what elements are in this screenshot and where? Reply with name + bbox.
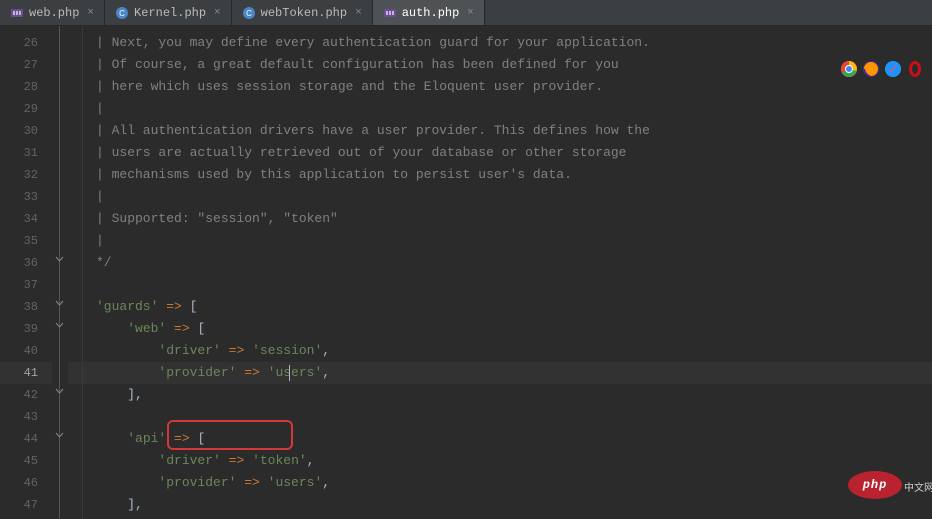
line-number: 43 bbox=[0, 406, 52, 428]
fold-marker-icon[interactable] bbox=[54, 318, 65, 340]
tab-label: webToken.php bbox=[261, 6, 347, 20]
code-line[interactable]: | Next, you may define every authenticat… bbox=[68, 32, 932, 54]
text-cursor bbox=[289, 365, 290, 381]
line-number: 29 bbox=[0, 98, 52, 120]
line-number-gutter: 2627282930313233343536373839404142434445… bbox=[0, 26, 52, 519]
code-line[interactable]: 'api' => [ bbox=[68, 428, 932, 450]
php-file-icon bbox=[383, 6, 397, 20]
tab-label: Kernel.php bbox=[134, 6, 206, 20]
line-number: 35 bbox=[0, 230, 52, 252]
code-line[interactable]: | bbox=[68, 230, 932, 252]
fold-gutter bbox=[52, 26, 68, 519]
chrome-icon[interactable] bbox=[840, 60, 858, 78]
safari-icon[interactable] bbox=[884, 60, 902, 78]
tab-Kernel-php[interactable]: C Kernel.php × bbox=[105, 0, 232, 25]
line-number: 47 bbox=[0, 494, 52, 516]
code-line[interactable]: | bbox=[68, 98, 932, 120]
code-line[interactable]: 'driver' => 'session', bbox=[68, 340, 932, 362]
editor-body: 2627282930313233343536373839404142434445… bbox=[0, 26, 932, 519]
code-line[interactable]: | mechanisms used by this application to… bbox=[68, 164, 932, 186]
line-number: 46 bbox=[0, 472, 52, 494]
firefox-icon[interactable] bbox=[862, 60, 880, 78]
line-number: 32 bbox=[0, 164, 52, 186]
tab-label: auth.php bbox=[402, 6, 460, 20]
close-icon[interactable]: × bbox=[87, 7, 94, 19]
line-number: 40 bbox=[0, 340, 52, 362]
code-line[interactable]: */ bbox=[68, 252, 932, 274]
svg-text:C: C bbox=[246, 9, 252, 18]
code-line[interactable]: 'driver' => 'token', bbox=[68, 450, 932, 472]
code-line[interactable]: | Supported: "session", "token" bbox=[68, 208, 932, 230]
php-file-icon bbox=[10, 6, 24, 20]
editor-tabs: web.php×CKernel.php×CwebToken.php×auth.p… bbox=[0, 0, 932, 26]
line-number: 39 bbox=[0, 318, 52, 340]
fold-marker-icon[interactable] bbox=[54, 252, 65, 274]
line-number: 38 bbox=[0, 296, 52, 318]
code-line[interactable]: 'provider' => 'users', bbox=[68, 362, 932, 384]
line-number: 31 bbox=[0, 142, 52, 164]
line-number: 44 bbox=[0, 428, 52, 450]
code-line[interactable]: 'provider' => 'users', bbox=[68, 472, 932, 494]
line-number: 37 bbox=[0, 274, 52, 296]
code-line[interactable]: | All authentication drivers have a user… bbox=[68, 120, 932, 142]
line-number: 26 bbox=[0, 32, 52, 54]
code-line[interactable]: | Of course, a great default configurati… bbox=[68, 54, 932, 76]
close-icon[interactable]: × bbox=[214, 7, 221, 19]
code-line[interactable] bbox=[68, 406, 932, 428]
fold-marker-icon[interactable] bbox=[54, 428, 65, 450]
badge-text: 中文网 bbox=[904, 479, 932, 495]
tab-auth-php[interactable]: auth.php × bbox=[373, 0, 485, 25]
line-number: 28 bbox=[0, 76, 52, 98]
line-number: 42 bbox=[0, 384, 52, 406]
line-number: 33 bbox=[0, 186, 52, 208]
watermark-badge: php 中文网 bbox=[848, 471, 902, 499]
class-file-icon: C bbox=[242, 6, 256, 20]
line-number: 34 bbox=[0, 208, 52, 230]
code-line[interactable]: 'guards' => [ bbox=[68, 296, 932, 318]
code-line[interactable]: | here which uses session storage and th… bbox=[68, 76, 932, 98]
line-number: 27 bbox=[0, 54, 52, 76]
tab-label: web.php bbox=[29, 6, 79, 20]
line-number: 36 bbox=[0, 252, 52, 274]
tab-web-php[interactable]: web.php × bbox=[0, 0, 105, 25]
code-line[interactable]: 'web' => [ bbox=[68, 318, 932, 340]
php-logo: php bbox=[848, 471, 902, 499]
close-icon[interactable]: × bbox=[355, 7, 362, 19]
code-line[interactable] bbox=[68, 274, 932, 296]
code-line[interactable]: ], bbox=[68, 494, 932, 516]
fold-marker-icon[interactable] bbox=[54, 296, 65, 318]
fold-marker-icon[interactable] bbox=[54, 384, 65, 406]
code-line[interactable]: | bbox=[68, 186, 932, 208]
code-area[interactable]: | Next, you may define every authenticat… bbox=[68, 26, 932, 519]
close-icon[interactable]: × bbox=[467, 7, 474, 19]
line-number: 41 bbox=[0, 362, 52, 384]
line-number: 30 bbox=[0, 120, 52, 142]
code-line[interactable]: ], bbox=[68, 384, 932, 406]
svg-text:C: C bbox=[119, 9, 125, 18]
code-line[interactable]: | users are actually retrieved out of yo… bbox=[68, 142, 932, 164]
class-file-icon: C bbox=[115, 6, 129, 20]
tab-webToken-php[interactable]: CwebToken.php × bbox=[232, 0, 373, 25]
line-number: 45 bbox=[0, 450, 52, 472]
browser-toolbar bbox=[840, 60, 924, 78]
opera-icon[interactable] bbox=[906, 60, 924, 78]
